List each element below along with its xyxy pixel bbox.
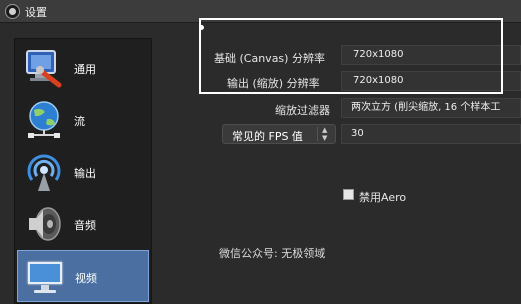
sidebar-item-video[interactable]: 视频 bbox=[17, 250, 149, 302]
downscale-filter-select[interactable]: 两次立方 (削尖缩放, 16 个样本工 bbox=[341, 98, 521, 118]
spinner-divider bbox=[317, 127, 318, 141]
sidebar-item-audio[interactable]: 音频 bbox=[17, 198, 149, 250]
downscale-filter-label: 缩放过滤器 bbox=[275, 104, 330, 117]
broadcast-antenna-icon bbox=[27, 154, 61, 191]
output-resolution-combobox[interactable]: 720x1080 bbox=[341, 71, 521, 91]
fps-type-select[interactable]: 常见的 FPS 值 ▲ ▼ bbox=[222, 124, 336, 144]
obs-logo-icon bbox=[5, 4, 20, 19]
title-bar: 设置 bbox=[0, 0, 521, 23]
sidebar-item-general[interactable]: 通用 bbox=[17, 42, 149, 94]
speaker-icon bbox=[29, 207, 61, 241]
sidebar-item-label: 通用 bbox=[74, 63, 96, 76]
fps-type-label: 常见的 FPS 值 bbox=[232, 130, 303, 143]
watermark-text: 微信公众号: 无极领域 bbox=[219, 247, 326, 260]
settings-sidebar: 通用 流 输出 音频 视频 bbox=[14, 38, 152, 304]
output-resolution-label: 输出 (缩放) 分辨率 bbox=[227, 77, 320, 90]
base-resolution-combobox[interactable]: 720x1080 bbox=[341, 45, 521, 65]
disable-aero-label[interactable]: 禁用Aero bbox=[359, 189, 406, 205]
highlight-frame-handle bbox=[199, 25, 204, 30]
sidebar-item-stream[interactable]: 流 bbox=[17, 94, 149, 146]
window-title: 设置 bbox=[25, 6, 47, 19]
disable-aero-checkbox[interactable] bbox=[343, 189, 354, 200]
sidebar-item-label: 输出 bbox=[74, 167, 96, 180]
monitor-icon bbox=[26, 260, 64, 293]
sidebar-item-output[interactable]: 输出 bbox=[17, 146, 149, 198]
sidebar-item-label: 视频 bbox=[75, 272, 97, 285]
base-resolution-label: 基础 (Canvas) 分辨率 bbox=[214, 52, 325, 65]
up-down-arrows-icon: ▲ ▼ bbox=[322, 126, 328, 142]
wrench-screen-icon bbox=[26, 50, 62, 88]
globe-network-icon bbox=[28, 101, 60, 138]
sidebar-item-label: 音频 bbox=[74, 219, 96, 232]
sidebar-item-label: 流 bbox=[74, 115, 85, 128]
fps-value-combobox[interactable]: 30 bbox=[341, 124, 521, 144]
